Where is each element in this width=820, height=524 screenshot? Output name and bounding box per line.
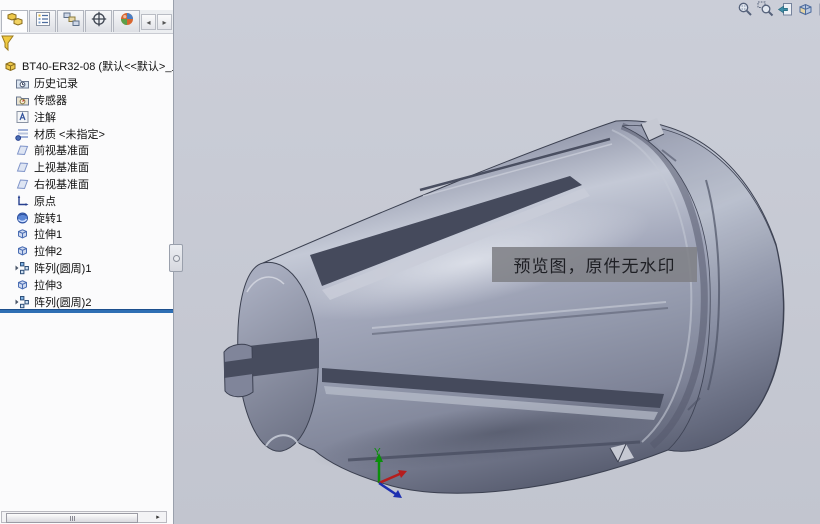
material-icon <box>15 127 30 141</box>
tree-item-label: 阵列(圆周)1 <box>34 262 92 275</box>
graphics-viewport[interactable]: 预览图，原件无水印 Y ▾▾▾▾ <box>174 0 820 524</box>
tree-pin-icon <box>1 35 14 52</box>
origin-icon <box>15 194 30 208</box>
zoom-to-fit-button[interactable] <box>737 1 754 23</box>
tree-item-5[interactable]: 上视基准面 <box>0 159 173 176</box>
tree-item-3[interactable]: 材质 <未指定> <box>0 125 173 142</box>
featuremanager-tab[interactable] <box>1 10 28 32</box>
part-icon <box>3 59 18 73</box>
previous-view-button[interactable] <box>777 1 794 23</box>
tree-item-label: 历史记录 <box>34 78 78 91</box>
propertymanager-icon <box>34 11 52 32</box>
history-folder-icon <box>15 76 30 90</box>
tree-item-1[interactable]: 传感器 <box>0 92 173 109</box>
plane-icon <box>15 143 30 157</box>
tree-item-9[interactable]: 拉伸1 <box>0 226 173 243</box>
zoom-to-area-button[interactable] <box>757 1 774 23</box>
tree-item-label: 拉伸2 <box>34 246 63 259</box>
section-view-button[interactable] <box>797 3 814 20</box>
propertymanager-tab[interactable] <box>29 10 56 32</box>
scrollbar-right-arrow[interactable]: ▸ <box>152 512 164 522</box>
orientation-triad: Y <box>374 447 407 498</box>
tree-item-10[interactable]: 拉伸2 <box>0 243 173 260</box>
tree-item-13[interactable]: 阵列(圆周)2 <box>0 293 173 310</box>
solidworks-window: { "colors": { "viewport_bg": "#c6c9d3", … <box>0 0 820 524</box>
section-view-icon <box>797 1 814 23</box>
tree-item-label: 前视基准面 <box>34 145 89 158</box>
watermark: 预览图，原件无水印 <box>492 247 697 282</box>
tree-item-label: 材质 <未指定> <box>34 128 105 141</box>
displaymanager-icon <box>118 11 136 32</box>
tab-scroll-right-button[interactable]: ▸ <box>157 14 172 30</box>
tree-item-2[interactable]: 注解 <box>0 108 173 125</box>
configurationmanager-icon <box>62 11 80 32</box>
tree-item-label: 上视基准面 <box>34 162 89 175</box>
zoom-area-icon <box>757 1 774 23</box>
tree-item-label: 旋转1 <box>34 212 63 225</box>
extrude-icon <box>15 244 30 258</box>
tree-item-label: 传感器 <box>34 94 67 107</box>
tree-item-label: 右视基准面 <box>34 178 89 191</box>
tree-item-8[interactable]: 旋转1 <box>0 209 173 226</box>
annotations-icon <box>15 110 30 124</box>
tree-item-12[interactable]: 拉伸3 <box>0 276 173 293</box>
extrude-icon <box>15 227 30 241</box>
tree-item-label: 拉伸3 <box>34 279 63 292</box>
tree-item-label: 拉伸1 <box>34 229 63 242</box>
extrude-icon <box>15 278 30 292</box>
heads-up-view-toolbar: ▾▾▾▾ <box>737 1 820 23</box>
featuremanager-icon <box>6 11 24 32</box>
tree-item-label: 原点 <box>34 195 56 208</box>
panel-splitter-handle[interactable] <box>169 244 183 272</box>
tab-scroll-left-button[interactable]: ◂ <box>141 14 156 30</box>
panel-tab-bar: ◂ ▸ <box>0 10 173 34</box>
plane-icon <box>15 160 30 174</box>
revolve-icon <box>15 211 30 225</box>
tree-item-7[interactable]: 原点 <box>0 192 173 209</box>
featuremanager-panel: ◂▸ BT40-ER32-08 (默认<<默认>_显示状历史记录传感器注解材质 … <box>0 0 174 524</box>
tree-horizontal-scrollbar[interactable]: ▸ <box>1 511 167 523</box>
tree-item-root[interactable]: BT40-ER32-08 (默认<<默认>_显示状 <box>0 58 173 75</box>
tree-item-label: 注解 <box>34 111 56 124</box>
zoom-fit-icon <box>737 1 754 23</box>
rollback-bar[interactable] <box>0 309 173 313</box>
circular-pattern-icon <box>15 295 30 309</box>
previous-view-icon <box>777 1 794 23</box>
tree-item-0[interactable]: 历史记录 <box>0 75 173 92</box>
dimxpertmanager-icon <box>90 11 108 32</box>
tree-item-6[interactable]: 右视基准面 <box>0 176 173 193</box>
displaymanager-tab[interactable] <box>113 10 140 32</box>
tree-item-4[interactable]: 前视基准面 <box>0 142 173 159</box>
tree-item-label: 阵列(圆周)2 <box>34 296 92 309</box>
configurationmanager-tab[interactable] <box>57 10 84 32</box>
dimxpertmanager-tab[interactable] <box>85 10 112 32</box>
tree-item-label: BT40-ER32-08 (默认<<默认>_显示状 <box>22 61 173 74</box>
feature-tree: BT40-ER32-08 (默认<<默认>_显示状历史记录传感器注解材质 <未指… <box>0 58 173 310</box>
sensors-icon <box>15 93 30 107</box>
circular-pattern-icon <box>15 261 30 275</box>
tree-item-11[interactable]: 阵列(圆周)1 <box>0 260 173 277</box>
plane-icon <box>15 177 30 191</box>
scrollbar-thumb[interactable] <box>6 513 138 523</box>
